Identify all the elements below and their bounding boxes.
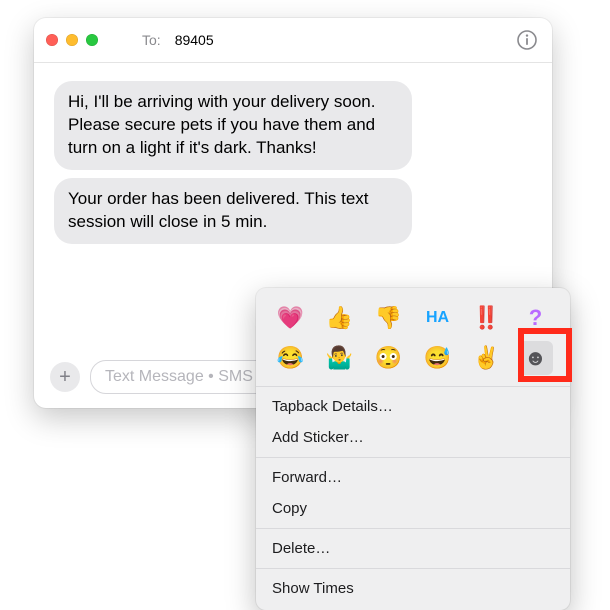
titlebar: To: 89405 <box>34 18 552 63</box>
menu-separator <box>256 386 570 387</box>
emoji-flushed[interactable]: 😳 <box>372 341 406 375</box>
zoom-window-button[interactable] <box>86 34 98 46</box>
emoji-joy[interactable]: 😂 <box>274 341 308 375</box>
menu-separator <box>256 457 570 458</box>
menu-forward[interactable]: Forward… <box>256 462 570 493</box>
traffic-lights <box>46 34 98 46</box>
menu-separator <box>256 528 570 529</box>
close-window-button[interactable] <box>46 34 58 46</box>
emoji-shrug[interactable]: 🤷‍♂️ <box>323 341 357 375</box>
message-bubble[interactable]: Your order has been delivered. This text… <box>54 178 412 244</box>
tapback-question[interactable]: ? <box>519 301 553 335</box>
menu-tapback-details[interactable]: Tapback Details… <box>256 391 570 422</box>
emoji-sweat[interactable]: 😅 <box>421 341 455 375</box>
context-menu: 💗 👍 👎 HA ‼️ ? 😂 🤷‍♂️ 😳 😅 ✌️ ☻ Tapback De… <box>256 288 570 610</box>
tapback-grid: 💗 👍 👎 HA ‼️ ? 😂 🤷‍♂️ 😳 😅 ✌️ ☻ <box>256 298 570 382</box>
minimize-window-button[interactable] <box>66 34 78 46</box>
tapback-thumbs-up[interactable]: 👍 <box>323 301 357 335</box>
recipient-value: 89405 <box>175 32 214 48</box>
tapback-thumbs-down[interactable]: 👎 <box>372 301 406 335</box>
menu-delete[interactable]: Delete… <box>256 533 570 564</box>
tapback-heart[interactable]: 💗 <box>274 301 308 335</box>
to-label: To: <box>142 32 161 48</box>
menu-copy[interactable]: Copy <box>256 493 570 524</box>
tapback-ha[interactable]: HA <box>421 301 455 335</box>
menu-separator <box>256 568 570 569</box>
menu-show-times[interactable]: Show Times <box>256 573 570 604</box>
more-emoji-icon[interactable]: ☻ <box>519 341 553 375</box>
plus-icon[interactable]: + <box>50 362 80 392</box>
tapback-exclaim[interactable]: ‼️ <box>470 301 504 335</box>
message-bubble[interactable]: Hi, I'll be arriving with your delivery … <box>54 81 412 170</box>
info-icon[interactable] <box>514 27 540 53</box>
menu-add-sticker[interactable]: Add Sticker… <box>256 422 570 453</box>
emoji-peace[interactable]: ✌️ <box>470 341 504 375</box>
